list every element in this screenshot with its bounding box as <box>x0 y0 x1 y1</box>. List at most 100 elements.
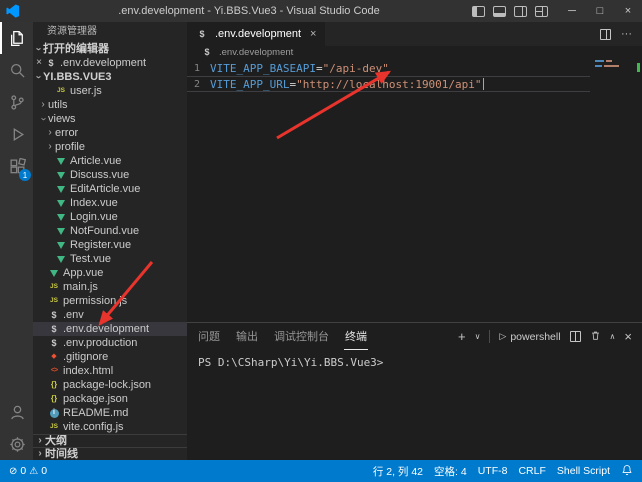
file-label: index.html <box>63 364 113 378</box>
status-encoding[interactable]: UTF-8 <box>478 465 508 477</box>
tree-item-App.vue[interactable]: App.vue <box>33 266 187 280</box>
toggle-secondary-sidebar-icon[interactable] <box>514 6 527 17</box>
activity-run-debug-button[interactable] <box>0 118 33 150</box>
file-label: README.md <box>63 406 128 420</box>
editor-area: $ .env.development × ··· $ .env.developm… <box>187 22 642 460</box>
tree-item-EditArticle.vue[interactable]: EditArticle.vue <box>33 182 187 196</box>
activity-account-button[interactable] <box>0 396 33 428</box>
tree-item-Discuss.vue[interactable]: Discuss.vue <box>33 168 187 182</box>
tree-item-.gitignore[interactable]: ◆.gitignore <box>33 350 187 364</box>
panel-tab-问题[interactable]: 问题 <box>197 323 221 350</box>
terminal-icon: ▷ <box>499 331 506 342</box>
minimize-button[interactable]: ─ <box>558 0 586 22</box>
account-icon <box>9 404 26 421</box>
panel-tab-调试控制台[interactable]: 调试控制台 <box>273 323 330 350</box>
activity-explorer-button[interactable] <box>0 22 33 54</box>
chevron-right-icon: › <box>38 98 48 112</box>
equals-sign: = <box>316 62 323 75</box>
vue-file-icon <box>48 270 60 277</box>
status-indentation[interactable]: 空格: 4 <box>434 464 467 479</box>
terminal-profile-dropdown-icon[interactable]: ∨ <box>475 333 481 341</box>
divider <box>489 330 490 343</box>
activity-settings-button[interactable] <box>0 428 33 460</box>
tree-item-NotFound.vue[interactable]: NotFound.vue <box>33 224 187 238</box>
status-language-mode[interactable]: Shell Script <box>557 465 610 477</box>
outline-section-header[interactable]: › 大纲 <box>33 434 187 447</box>
code-editor[interactable]: 1VITE_APP_BASEAPI="/api-dev"2VITE_APP_UR… <box>187 58 642 322</box>
editor-tab-env-development[interactable]: $ .env.development × <box>187 22 325 46</box>
activity-search-button[interactable] <box>0 54 33 86</box>
tree-item-views[interactable]: ›views <box>33 112 187 126</box>
file-label: .env.production <box>63 336 137 350</box>
notifications-bell-button[interactable] <box>621 464 633 479</box>
terminal-tab-powershell[interactable]: ▷ powershell <box>499 331 560 343</box>
code-line-2: 2VITE_APP_URL="http://localhost:19001/ap… <box>187 76 590 92</box>
toggle-sidebar-icon[interactable] <box>472 6 485 17</box>
tree-item-Test.vue[interactable]: Test.vue <box>33 252 187 266</box>
panel-tab-终端[interactable]: 终端 <box>344 323 368 350</box>
tree-item-package-lock.json[interactable]: {}package-lock.json <box>33 378 187 392</box>
tree-item-.env.development[interactable]: $.env.development <box>33 322 187 336</box>
sidebar-title: 资源管理器 <box>33 22 187 42</box>
tree-item-Index.vue[interactable]: Index.vue <box>33 196 187 210</box>
customize-layout-icon[interactable] <box>535 6 548 17</box>
kill-terminal-button[interactable] <box>590 328 601 346</box>
tree-item-.env[interactable]: $.env <box>33 308 187 322</box>
file-label: package.json <box>63 392 128 406</box>
vue-file-icon <box>55 214 67 221</box>
tree-item-Article.vue[interactable]: Article.vue <box>33 154 187 168</box>
tree-item-vite.config.js[interactable]: JSvite.config.js <box>33 420 187 434</box>
split-terminal-button[interactable] <box>570 331 581 342</box>
terminal-content[interactable]: PS D:\CSharp\Yi\Yi.BBS.Vue3> <box>187 350 642 460</box>
toggle-panel-icon[interactable] <box>493 6 506 17</box>
close-icon[interactable]: × <box>33 56 45 70</box>
tree-item-main.js[interactable]: JSmain.js <box>33 280 187 294</box>
env-key: VITE_APP_URL <box>210 78 289 91</box>
breadcrumb[interactable]: $ .env.development <box>187 46 642 58</box>
tree-item-user.js[interactable]: JSuser.js <box>33 84 187 98</box>
tree-item-error[interactable]: ›error <box>33 126 187 140</box>
env-key: VITE_APP_BASEAPI <box>210 62 316 75</box>
vue-file-icon <box>55 256 67 263</box>
split-editor-button[interactable] <box>600 29 611 40</box>
play-icon <box>9 126 26 143</box>
more-actions-button[interactable]: ··· <box>621 28 632 40</box>
tree-item-README.md[interactable]: iREADME.md <box>33 406 187 420</box>
tree-item-.env.production[interactable]: $.env.production <box>33 336 187 350</box>
close-panel-button[interactable]: × <box>624 330 632 343</box>
terminal-shell-label: powershell <box>510 331 560 343</box>
error-count: 0 <box>20 465 26 477</box>
tree-item-Login.vue[interactable]: Login.vue <box>33 210 187 224</box>
vue-file-icon <box>55 172 67 179</box>
tree-item-Register.vue[interactable]: Register.vue <box>33 238 187 252</box>
tree-item-index.html[interactable]: <>index.html <box>33 364 187 378</box>
chevron-down-icon: › <box>33 72 45 82</box>
line-number: 2 <box>187 79 200 90</box>
timeline-section-header[interactable]: › 时间线 <box>33 447 187 460</box>
explorer-sidebar: 资源管理器 › 打开的编辑器 × $ .env.development › YI… <box>33 22 187 460</box>
open-editors-header[interactable]: › 打开的编辑器 <box>33 42 187 56</box>
vue-file-icon <box>55 186 67 193</box>
activity-source-control-button[interactable] <box>0 86 33 118</box>
status-cursor-position[interactable]: 行 2, 列 42 <box>373 464 423 479</box>
tree-item-permission.js[interactable]: JSpermission.js <box>33 294 187 308</box>
maximize-panel-button[interactable]: ∧ <box>610 333 616 341</box>
tab-label: .env.development <box>215 28 301 40</box>
tree-item-utils[interactable]: ›utils <box>33 98 187 112</box>
open-editor-item[interactable]: × $ .env.development <box>33 56 187 70</box>
tree-item-profile[interactable]: ›profile <box>33 140 187 154</box>
close-button[interactable]: × <box>614 0 642 22</box>
status-eol[interactable]: CRLF <box>518 465 545 477</box>
panel-tab-输出[interactable]: 输出 <box>235 323 259 350</box>
project-root-header[interactable]: › YI.BBS.VUE3 <box>33 70 187 84</box>
problems-status[interactable]: ⊘ 0 ⚠ 0 <box>9 465 47 477</box>
new-terminal-button[interactable]: + <box>458 330 466 343</box>
tree-item-package.json[interactable]: {}package.json <box>33 392 187 406</box>
close-icon[interactable]: × <box>310 28 316 40</box>
maximize-button[interactable]: □ <box>586 0 614 22</box>
chevron-right-icon: › <box>45 140 55 154</box>
minimap[interactable] <box>595 60 629 70</box>
bell-icon <box>621 464 633 476</box>
js-file-icon: JS <box>48 294 60 308</box>
activity-extensions-button[interactable]: 1 <box>0 150 33 182</box>
